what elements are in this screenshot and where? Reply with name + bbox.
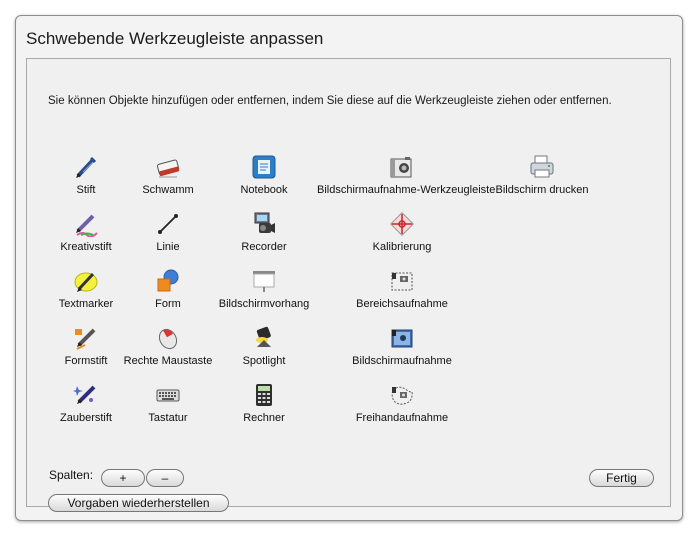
tool-kalibrierung[interactable]: Kalibrierung [317,211,487,253]
video-recorder-icon [254,212,275,233]
tools-panel: Sie können Objekte hinzufügen oder entfe… [26,58,671,512]
shape-icon [157,269,179,292]
columns-label: Spalten: [49,468,94,482]
tool-bereichsaufnahme[interactable]: Bereichsaufnahme [317,268,487,310]
printer-icon [530,155,554,178]
calculator-icon [256,384,272,406]
remove-column-button[interactable]: – [146,469,184,487]
customize-toolbar-dialog: Schwebende Werkzeugleiste anpassen Sie k… [15,15,683,521]
spotlight-icon [256,326,271,347]
tool-label: Bildschirmaufnahme [352,355,452,367]
tool-bildschirmaufnahme[interactable]: Bildschirmaufnahme [317,325,487,367]
instructions-text: Sie können Objekte hinzufügen oder entfe… [48,95,612,107]
screen-curtain-icon [253,271,275,292]
screen-capture-toolbar-icon [390,157,412,178]
tool-label: Freihandaufnahme [355,412,449,424]
tool-label: Kalibrierung [372,241,432,253]
eraser-icon [156,159,180,178]
tool-bildschirm-drucken[interactable]: Bildschirm drucken [457,154,627,196]
dialog-title: Schwebende Werkzeugleiste anpassen [26,29,324,48]
tool-label: Bildschirm drucken [495,184,589,196]
screen-capture-icon [391,329,413,348]
tool-freihandaufnahme[interactable]: Freihandaufnahme [317,382,487,424]
tool-label: Bereichsaufnahme [356,298,448,310]
line-icon [158,214,178,234]
restore-defaults-button[interactable]: Vorgaben wiederherstellen [48,494,229,512]
area-capture-icon [391,272,413,291]
keyboard-icon [156,389,180,402]
add-column-button[interactable]: + [101,469,145,487]
notebook-icon [252,155,276,179]
done-button[interactable]: Fertig [589,469,654,487]
mouse-icon [158,328,178,350]
calibration-icon [389,211,415,237]
freehand-capture-icon [391,386,413,405]
